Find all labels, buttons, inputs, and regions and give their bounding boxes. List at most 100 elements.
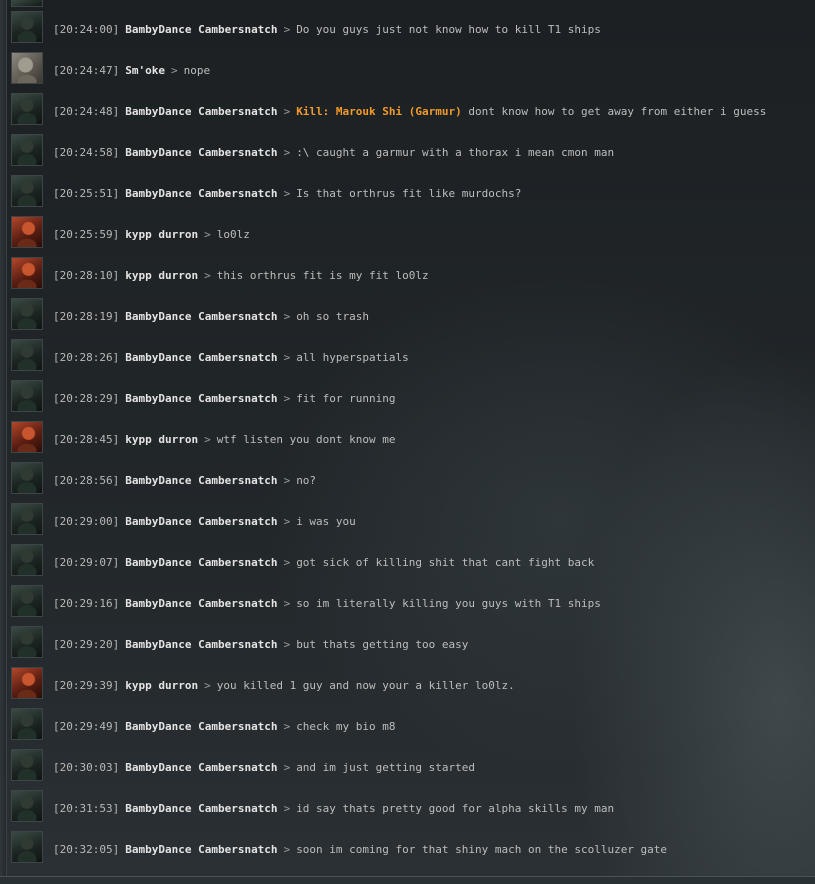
sender-name[interactable]: kypp durron — [125, 433, 198, 446]
sender-name[interactable]: BambyDance Cambersnatch — [125, 843, 277, 856]
avatar[interactable] — [11, 462, 43, 494]
avatar[interactable] — [11, 667, 43, 699]
chat-message: [20:24:47] Sm'oke > nope — [6, 48, 815, 89]
chat-message: [20:30:03] BambyDance Cambersnatch > and im… — [6, 745, 815, 786]
avatar[interactable] — [11, 503, 43, 535]
avatar[interactable] — [11, 790, 43, 822]
message-separator: > — [204, 269, 211, 282]
chat-message: [20:25:51] BambyDance Cambersnatch > Is tha… — [6, 171, 815, 212]
sender-name[interactable]: BambyDance Cambersnatch — [125, 105, 277, 118]
avatar[interactable] — [11, 93, 43, 125]
sender-name[interactable]: BambyDance Cambersnatch — [125, 310, 277, 323]
message-separator: > — [283, 105, 291, 118]
avatar[interactable] — [11, 134, 43, 166]
avatar[interactable] — [11, 175, 43, 207]
avatar[interactable] — [11, 544, 43, 576]
message-line: [20:24:48] BambyDance Cambersnatch > Kill: … — [53, 105, 766, 118]
message-line: [20:29:07] BambyDance Cambersnatch > got si… — [53, 556, 594, 569]
sender-name[interactable]: BambyDance Cambersnatch — [125, 146, 277, 159]
message-line: [20:28:29] BambyDance Cambersnatch > fit fo… — [53, 392, 396, 405]
avatar[interactable] — [11, 298, 43, 330]
avatar[interactable] — [11, 421, 43, 453]
sender-name[interactable]: Sm'oke — [125, 64, 165, 77]
sender-name[interactable]: BambyDance Cambersnatch — [125, 351, 277, 364]
chat-message: [20:29:07] BambyDance Cambersnatch > got si… — [6, 540, 815, 581]
avatar[interactable] — [11, 831, 43, 863]
message-separator: > — [170, 64, 178, 77]
avatar[interactable] — [11, 11, 43, 43]
timestamp: [20:28:26] — [53, 351, 120, 364]
message-text: soon im coming for that shiny mach on th… — [296, 843, 668, 856]
avatar[interactable] — [11, 626, 43, 658]
chat-input-bar[interactable] — [0, 876, 815, 884]
message-line: [20:30:03] BambyDance Cambersnatch > and im… — [53, 761, 475, 774]
chat-message: [20:28:19] BambyDance Cambersnatch > oh so … — [6, 294, 815, 335]
sender-name[interactable]: BambyDance Cambersnatch — [125, 802, 277, 815]
avatar[interactable] — [11, 749, 43, 781]
timestamp: [20:25:51] — [53, 187, 120, 200]
message-line: [20:28:56] BambyDance Cambersnatch > no? — [53, 474, 316, 487]
timestamp: [20:29:00] — [53, 515, 120, 528]
sender-name[interactable]: kypp durron — [125, 679, 198, 692]
sender-name[interactable]: BambyDance Cambersnatch — [125, 761, 277, 774]
message-line: [20:31:53] BambyDance Cambersnatch > id say… — [53, 802, 614, 815]
chat-message: [20:24:00] BambyDance Cambersnatch > Do you… — [6, 7, 815, 48]
message-text: no? — [296, 474, 317, 487]
timestamp: [20:24:00] — [53, 23, 120, 36]
timestamp: [20:28:29] — [53, 392, 120, 405]
sender-name[interactable]: BambyDance Cambersnatch — [125, 720, 277, 733]
message-text: i was you — [296, 515, 356, 528]
sender-name[interactable]: BambyDance Cambersnatch — [125, 515, 277, 528]
avatar[interactable] — [11, 708, 43, 740]
avatar[interactable] — [11, 339, 43, 371]
message-text: Do you guys just not know how to kill T1… — [296, 23, 601, 36]
avatar[interactable] — [11, 216, 43, 248]
sender-name[interactable]: BambyDance Cambersnatch — [125, 23, 277, 36]
sender-name[interactable]: BambyDance Cambersnatch — [125, 556, 277, 569]
sender-name[interactable]: BambyDance Cambersnatch — [125, 638, 277, 651]
chat-message: [20:29:49] BambyDance Cambersnatch > check … — [6, 704, 815, 745]
message-text: check my bio m8 — [296, 720, 396, 733]
chat-message: [20:29:16] BambyDance Cambersnatch > so im … — [6, 581, 815, 622]
message-line: [20:29:49] BambyDance Cambersnatch > check … — [53, 720, 396, 733]
chat-message: [20:32:05] BambyDance Cambersnatch > soon i… — [6, 827, 815, 868]
message-separator: > — [204, 228, 211, 241]
message-separator: > — [283, 638, 291, 651]
timestamp: [20:24:48] — [53, 105, 120, 118]
chat-message: [20:24:48] BambyDance Cambersnatch > Kill: … — [6, 89, 815, 130]
sender-name[interactable]: BambyDance Cambersnatch — [125, 392, 277, 405]
avatar[interactable] — [11, 585, 43, 617]
sender-name[interactable]: BambyDance Cambersnatch — [125, 597, 277, 610]
message-line: [20:29:20] BambyDance Cambersnatch > but th… — [53, 638, 468, 651]
message-separator: > — [283, 23, 291, 36]
message-text: oh so trash — [296, 310, 370, 323]
sender-name[interactable]: kypp durron — [125, 228, 198, 241]
message-line: [20:29:16] BambyDance Cambersnatch > so im … — [53, 597, 601, 610]
chat-message: [20:29:00] BambyDance Cambersnatch > i was … — [6, 499, 815, 540]
timestamp: [20:31:53] — [53, 802, 120, 815]
message-line: [20:28:45] kypp durron > wtf listen you don… — [53, 433, 396, 446]
sender-name[interactable]: kypp durron — [125, 269, 198, 282]
sender-name[interactable]: BambyDance Cambersnatch — [125, 187, 277, 200]
chat-message: [20:25:59] kypp durron > lo0lz — [6, 212, 815, 253]
message-text: got sick of killing shit that cant fight… — [296, 556, 595, 569]
chat-message: [20:28:10] kypp durron > this orthrus fit i… — [6, 253, 815, 294]
timestamp: [20:29:49] — [53, 720, 120, 733]
avatar[interactable] — [11, 380, 43, 412]
message-separator: > — [283, 146, 291, 159]
avatar[interactable] — [11, 52, 43, 84]
message-separator: > — [204, 433, 211, 446]
timestamp: [20:32:05] — [53, 843, 120, 856]
avatar[interactable] — [11, 257, 43, 289]
timestamp: [20:29:16] — [53, 597, 120, 610]
message-text: this orthrus fit is my fit lo0lz — [216, 269, 429, 282]
killmail-link[interactable]: Kill: Marouk Shi (Garmur) — [296, 105, 462, 118]
message-line: [20:29:39] kypp durron > you killed 1 guy a… — [53, 679, 515, 692]
timestamp: [20:28:45] — [53, 433, 120, 446]
message-line: [20:24:47] Sm'oke > nope — [53, 64, 210, 77]
message-text: lo0lz — [216, 228, 250, 241]
timestamp: [20:30:03] — [53, 761, 120, 774]
sender-name[interactable]: BambyDance Cambersnatch — [125, 474, 277, 487]
chat-log[interactable]: [20:24:00] BambyDance Cambersnatch > Do you… — [6, 0, 815, 876]
timestamp: [20:28:56] — [53, 474, 120, 487]
